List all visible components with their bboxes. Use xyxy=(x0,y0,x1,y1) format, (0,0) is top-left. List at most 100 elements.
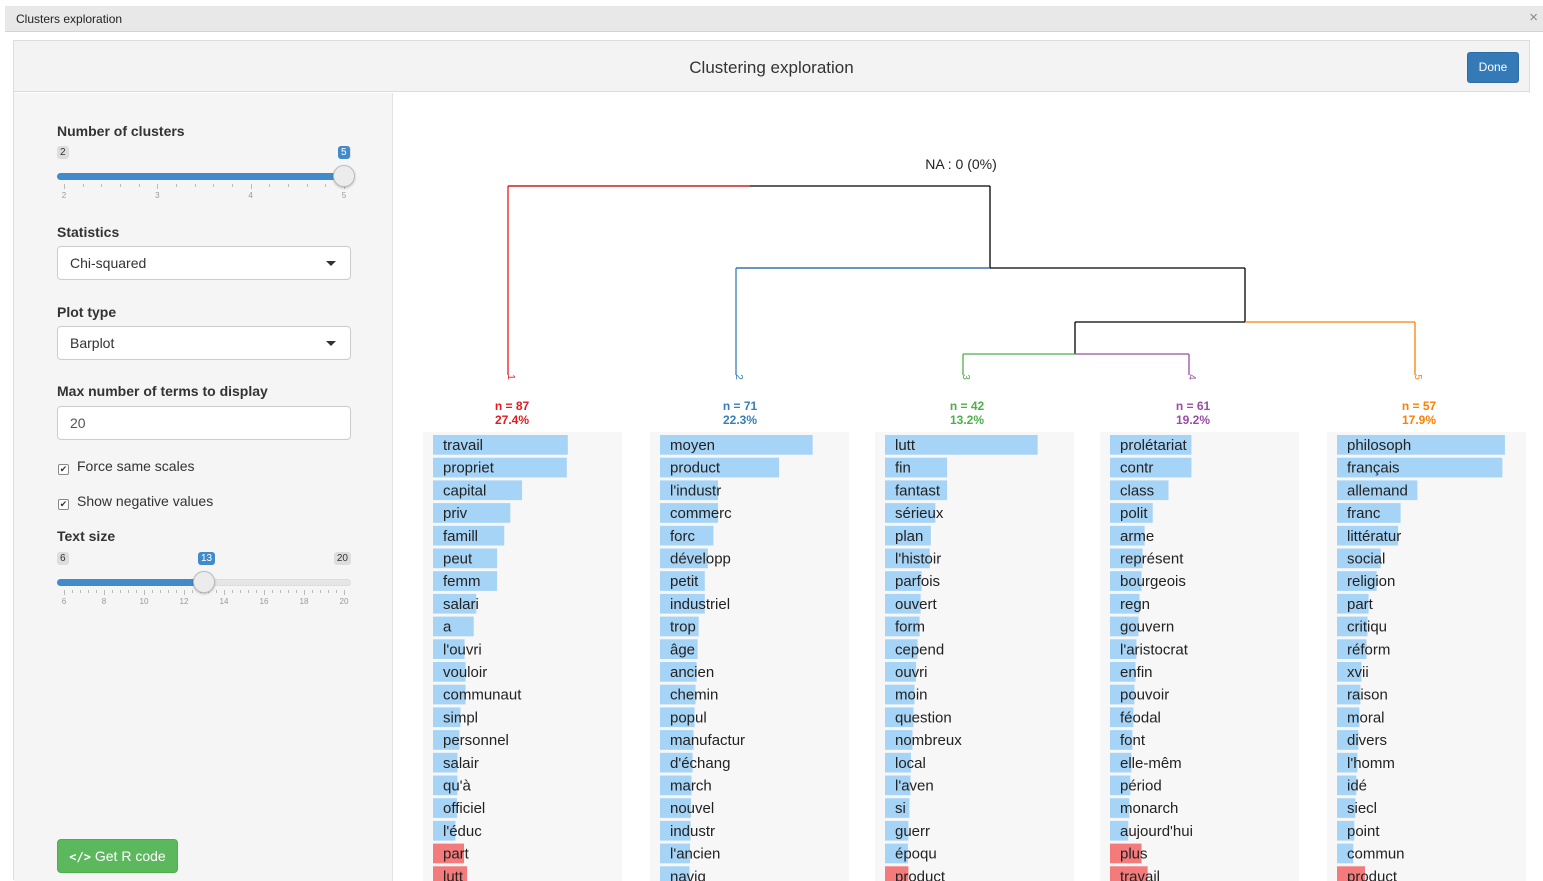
clusters-slider-minor-tick xyxy=(232,184,233,187)
checkbox-icon: ✔ xyxy=(58,499,69,510)
term-label: form xyxy=(895,619,925,636)
term-label: class xyxy=(1120,482,1154,499)
term-label: navig xyxy=(670,868,706,881)
term-label: sérieux xyxy=(895,505,944,522)
term-label: si xyxy=(895,800,906,817)
term-label: elle-mêm xyxy=(1120,755,1182,772)
term-label: moral xyxy=(1347,709,1385,726)
term-label: travail xyxy=(443,437,483,454)
text-size-slider-tick-label: 12 xyxy=(179,597,189,606)
term-label: époqu xyxy=(895,846,937,863)
text-size-slider[interactable]: 6 20 13 6 8 10 12 14 16 18 20 xyxy=(57,552,351,612)
text-size-slider-tick xyxy=(224,590,225,595)
clusters-slider-handle[interactable] xyxy=(333,165,355,187)
term-label: popul xyxy=(670,709,707,726)
term-label: littératur xyxy=(1347,528,1401,545)
text-size-slider-tick xyxy=(264,590,265,595)
text-size-slider-minor-tick xyxy=(336,590,337,593)
close-icon[interactable]: × xyxy=(1529,9,1538,26)
statistics-value: Chi-squared xyxy=(70,255,147,271)
term-label: product xyxy=(1347,868,1398,881)
plot-type-select[interactable]: Barplot xyxy=(57,326,351,360)
text-size-slider-minor-tick xyxy=(120,590,121,593)
term-label: fantast xyxy=(895,482,941,499)
term-label: divers xyxy=(1347,732,1387,749)
clusters-slider-tick xyxy=(250,184,252,189)
plot-type-label: Plot type xyxy=(57,304,117,320)
term-label: l'homm xyxy=(1347,755,1395,772)
term-label: ancien xyxy=(670,664,714,681)
clusters-slider-value-label: 5 xyxy=(338,146,350,159)
term-label: arme xyxy=(1120,528,1154,545)
term-label: religion xyxy=(1347,573,1395,590)
clusters-label: Number of clusters xyxy=(57,123,185,139)
term-label: salair xyxy=(443,755,479,772)
term-label: l'éduc xyxy=(443,823,482,840)
text-size-slider-minor-tick xyxy=(288,590,289,593)
show-negative-checkbox[interactable]: ✔ Show negative values xyxy=(58,493,213,510)
plot-type-value: Barplot xyxy=(70,335,115,351)
text-size-slider-tick-label: 6 xyxy=(61,597,67,606)
term-label: regn xyxy=(1120,596,1150,613)
term-label: moyen xyxy=(670,437,715,454)
chevron-down-icon xyxy=(326,341,336,346)
clusters-slider-tick-label: 2 xyxy=(61,191,67,200)
done-button[interactable]: Done xyxy=(1467,52,1519,83)
clusters-slider-minor-tick xyxy=(82,184,84,187)
text-size-slider-handle[interactable] xyxy=(193,571,215,593)
cluster-size-label: n = 71 xyxy=(723,399,758,413)
term-bar xyxy=(433,616,474,637)
text-size-slider-tick-label: 10 xyxy=(139,597,149,606)
leaf-label: 1 xyxy=(505,374,516,380)
text-size-slider-tick-label: 18 xyxy=(299,597,309,606)
term-label: priv xyxy=(443,505,468,522)
clusters-slider-tick-label: 5 xyxy=(341,191,347,200)
text-size-slider-tick xyxy=(64,590,65,595)
term-label: cepend xyxy=(895,641,944,658)
term-label: nombreux xyxy=(895,732,962,749)
text-size-slider-minor-tick xyxy=(192,590,193,593)
page-title: Clustering exploration xyxy=(689,58,854,77)
term-label: question xyxy=(895,709,952,726)
leaf-label: 5 xyxy=(1412,374,1423,380)
max-terms-input[interactable]: 20 xyxy=(57,406,351,440)
leaf-label: 3 xyxy=(960,374,971,380)
term-label: d'échang xyxy=(670,755,730,772)
term-label: commerc xyxy=(670,505,732,522)
term-label: allemand xyxy=(1347,482,1408,499)
clusters-slider-tick-label: 3 xyxy=(155,191,160,200)
text-size-slider-minor-tick xyxy=(136,590,137,593)
text-size-slider-minor-tick xyxy=(296,590,297,593)
term-label: bourgeois xyxy=(1120,573,1186,590)
term-label: ouvri xyxy=(895,664,928,681)
term-label: plus xyxy=(1120,846,1148,863)
term-label: moin xyxy=(895,687,928,704)
clusters-slider-minor-tick xyxy=(269,184,271,187)
force-scales-checkbox[interactable]: ✔ Force same scales xyxy=(58,458,194,475)
term-label: périod xyxy=(1120,778,1162,795)
term-label: social xyxy=(1347,551,1385,568)
text-size-slider-minor-tick xyxy=(88,590,89,593)
term-label: chemin xyxy=(670,687,718,704)
text-size-slider-value-label: 13 xyxy=(198,552,216,565)
cluster-pct-label: 19.2% xyxy=(1176,413,1210,427)
clusters-slider[interactable]: 2552345 xyxy=(57,146,355,206)
text-size-slider-minor-tick xyxy=(240,590,241,593)
gadget-header: Clustering exploration Done xyxy=(14,41,1529,92)
term-label: développ xyxy=(670,551,731,568)
term-label: communaut xyxy=(443,687,522,704)
code-icon: </> xyxy=(69,850,91,864)
clusters-slider-minor-tick xyxy=(101,184,103,187)
clusters-slider-tick xyxy=(157,184,159,189)
statistics-select[interactable]: Chi-squared xyxy=(57,246,351,280)
term-label: commun xyxy=(1347,846,1405,863)
term-label: l'industr xyxy=(670,482,721,499)
term-label: peut xyxy=(443,551,473,568)
term-label: petit xyxy=(670,573,699,590)
get-r-code-button[interactable]: </> Get R code xyxy=(57,839,178,873)
term-label: a xyxy=(443,619,452,636)
clusters-slider-minor-tick xyxy=(288,184,289,187)
term-label: industriel xyxy=(670,596,730,613)
term-label: qu'à xyxy=(443,778,472,795)
force-scales-label: Force same scales xyxy=(77,458,195,474)
